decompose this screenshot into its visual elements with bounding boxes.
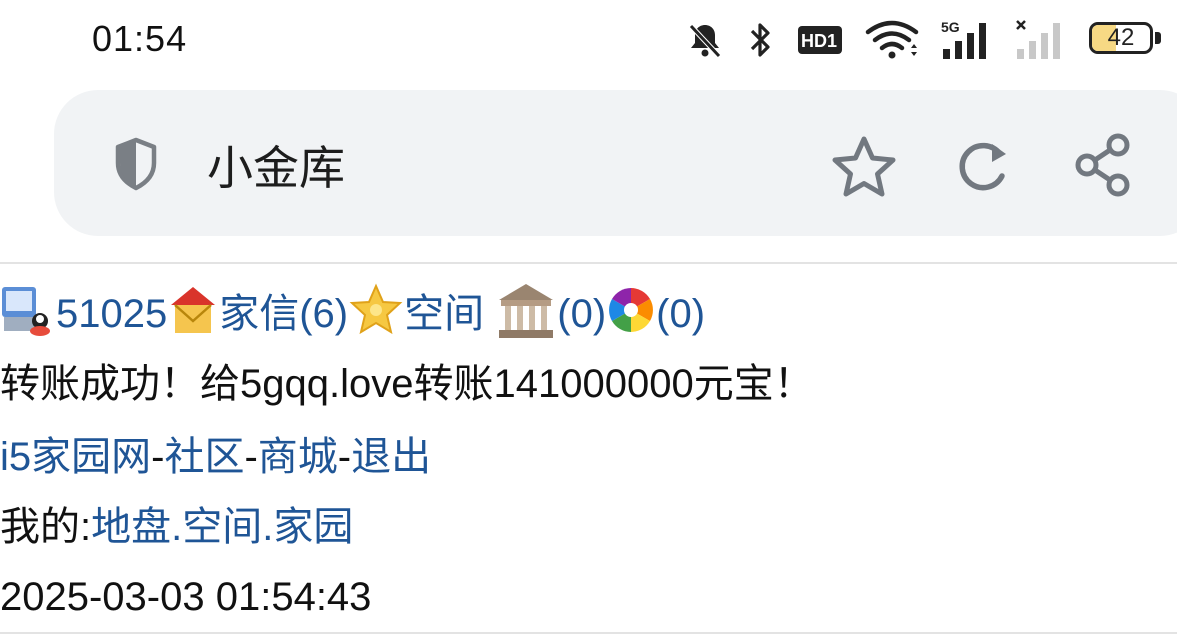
shield-icon[interactable] [112, 136, 160, 192]
signal-5g-icon: 5G [941, 19, 986, 59]
space-star-icon [349, 283, 403, 335]
bank-building-icon [499, 284, 554, 339]
nav-links: i5家园网-社区-商城-退出 [0, 429, 431, 485]
mine-links: 我的:地盘.空间.家园 [0, 499, 353, 555]
header-links: 51025 家信(6) 空间 (0) (0) [0, 283, 705, 342]
hd-icon: HD1 [798, 26, 842, 54]
dot-separator: . [262, 505, 274, 549]
my-land-link[interactable]: 地盘 [91, 505, 171, 549]
nav-separator: - [151, 435, 165, 479]
my-space-link[interactable]: 空间 [182, 505, 262, 549]
battery-level: 42 [1107, 24, 1135, 51]
svg-text:HD1: HD1 [801, 31, 837, 51]
qq-computer-icon [2, 287, 50, 337]
mine-label: 我的: [0, 505, 92, 549]
mail-link[interactable]: 家信(6) [219, 292, 348, 336]
status-icons: HD1 5G 42 [685, 16, 1163, 64]
community-link[interactable]: 社区 [164, 435, 244, 479]
photo-count-link[interactable]: (0) [656, 292, 705, 336]
photo-aperture-icon [609, 288, 654, 333]
transfer-message: 转账成功！给5gqq.love转账141000000元宝！ [0, 362, 814, 406]
nav-separator: - [337, 435, 352, 479]
page-title: 小金库 [207, 141, 345, 195]
my-home-link[interactable]: 家园 [273, 505, 353, 549]
space-link[interactable]: 空间 [404, 292, 484, 336]
svg-text:5G: 5G [941, 19, 960, 35]
nav-separator: - [244, 435, 258, 479]
bank-count-link[interactable]: (0) [557, 292, 606, 336]
bluetooth-icon [750, 23, 770, 57]
signal-empty-icon [1016, 20, 1060, 59]
user-id-link[interactable]: 51025 [56, 292, 167, 336]
timestamp: 2025-03-03 01:54:43 [0, 575, 372, 619]
address-bar[interactable]: 小金库 [54, 90, 1177, 236]
status-time: 01:54 [92, 18, 188, 59]
bottom-divider [0, 632, 1177, 634]
wifi-icon [865, 20, 919, 59]
top-divider [0, 262, 1177, 264]
reload-icon[interactable] [952, 136, 1014, 198]
mail-house-icon [171, 287, 216, 334]
bell-muted-icon [689, 24, 721, 58]
dot-separator: . [171, 505, 183, 549]
mall-link[interactable]: 商城 [258, 435, 338, 479]
logout-link[interactable]: 退出 [351, 435, 431, 479]
battery-icon: 42 [1089, 22, 1163, 58]
home-link[interactable]: i5家园网 [0, 435, 151, 479]
status-bar: 01:54 HD1 5G 42 [0, 0, 1177, 82]
star-icon[interactable] [830, 134, 898, 198]
share-icon[interactable] [1072, 132, 1134, 198]
